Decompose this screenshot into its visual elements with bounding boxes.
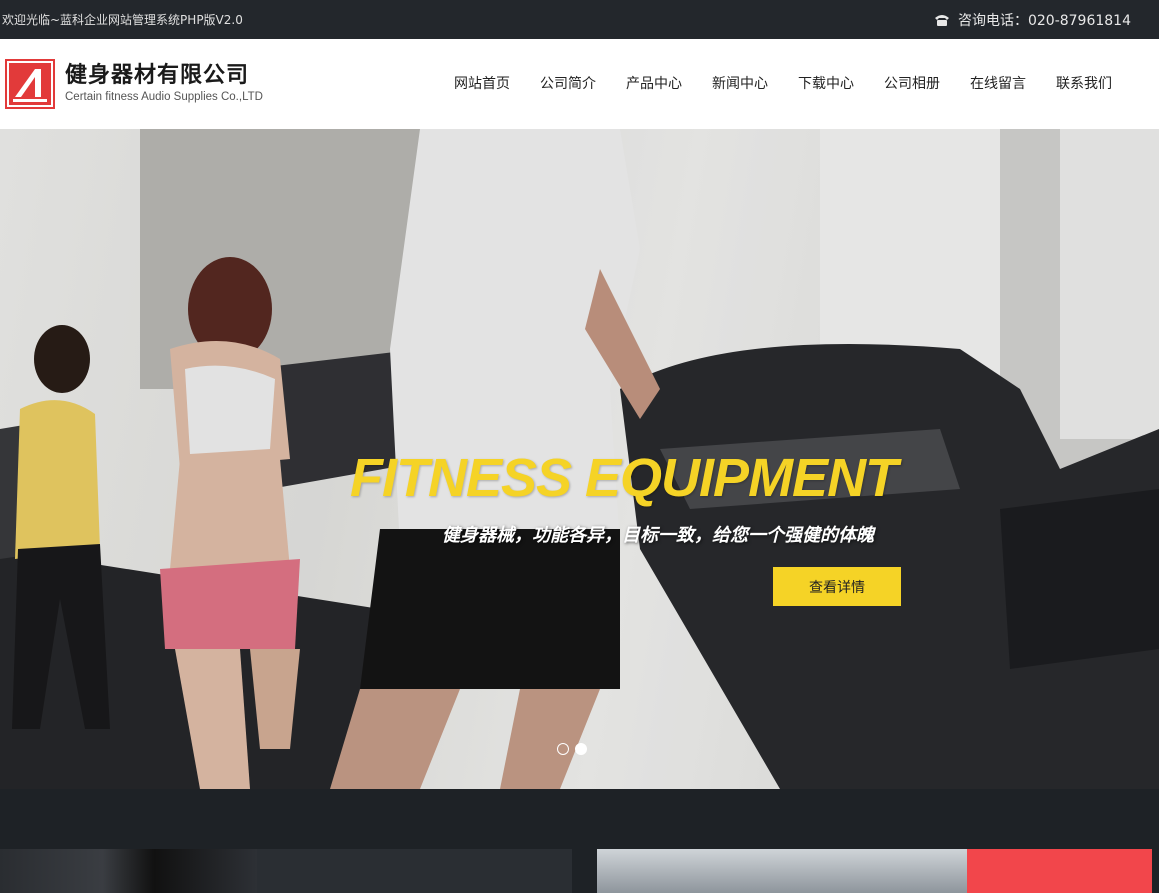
logo-company-english: Certain fitness Audio Supplies Co.,LTD xyxy=(65,91,263,103)
phone-info: 咨询电话：020-87961814 xyxy=(934,10,1131,30)
hero-title: FITNESS EQUIPMENT xyxy=(350,448,898,508)
main-nav: 网站首页 公司简介 产品中心 新闻中心 下载中心 公司相册 在线留言 联系我们 xyxy=(439,39,1127,129)
logo[interactable]: 健身器材有限公司 Certain fitness Audio Supplies … xyxy=(5,59,263,109)
nav-message[interactable]: 在线留言 xyxy=(955,39,1041,129)
phone-text: 咨询电话：020-87961814 xyxy=(957,12,1131,29)
feature-section xyxy=(0,789,1159,893)
feature-card-body-2[interactable] xyxy=(967,849,1152,893)
slider-dot-2[interactable] xyxy=(575,743,587,755)
nav-news[interactable]: 新闻中心 xyxy=(697,39,783,129)
logo-text: 健身器材有限公司 Certain fitness Audio Supplies … xyxy=(65,63,263,105)
welcome-text: 欢迎光临~蓝科企业网站管理系统PHP版V2.0 xyxy=(2,13,243,27)
nav-downloads[interactable]: 下载中心 xyxy=(783,39,869,129)
top-bar: 欢迎光临~蓝科企业网站管理系统PHP版V2.0 咨询电话：020-8796181… xyxy=(0,0,1159,39)
phone-icon xyxy=(934,14,949,26)
view-details-button[interactable]: 查看详情 xyxy=(773,567,901,606)
slider-dot-1[interactable] xyxy=(557,743,569,755)
feature-card-image-2[interactable] xyxy=(597,849,967,893)
nav-home[interactable]: 网站首页 xyxy=(439,39,525,129)
hero-banner[interactable]: FITNESS EQUIPMENT 健身器械，功能各异，目标一致，给您一个强健的… xyxy=(0,129,1159,789)
feature-card-body-1[interactable] xyxy=(257,849,572,893)
site-header: 健身器材有限公司 Certain fitness Audio Supplies … xyxy=(0,39,1159,129)
hero-subtitle: 健身器械，功能各异，目标一致，给您一个强健的体魄 xyxy=(442,525,874,546)
feature-card-image-1[interactable] xyxy=(0,849,257,893)
nav-products[interactable]: 产品中心 xyxy=(611,39,697,129)
logo-company-name: 健身器材有限公司 xyxy=(65,63,250,88)
logo-mark-icon xyxy=(5,59,55,109)
slider-dots xyxy=(557,743,587,755)
nav-contact[interactable]: 联系我们 xyxy=(1041,39,1127,129)
nav-about[interactable]: 公司简介 xyxy=(525,39,611,129)
nav-gallery[interactable]: 公司相册 xyxy=(869,39,955,129)
